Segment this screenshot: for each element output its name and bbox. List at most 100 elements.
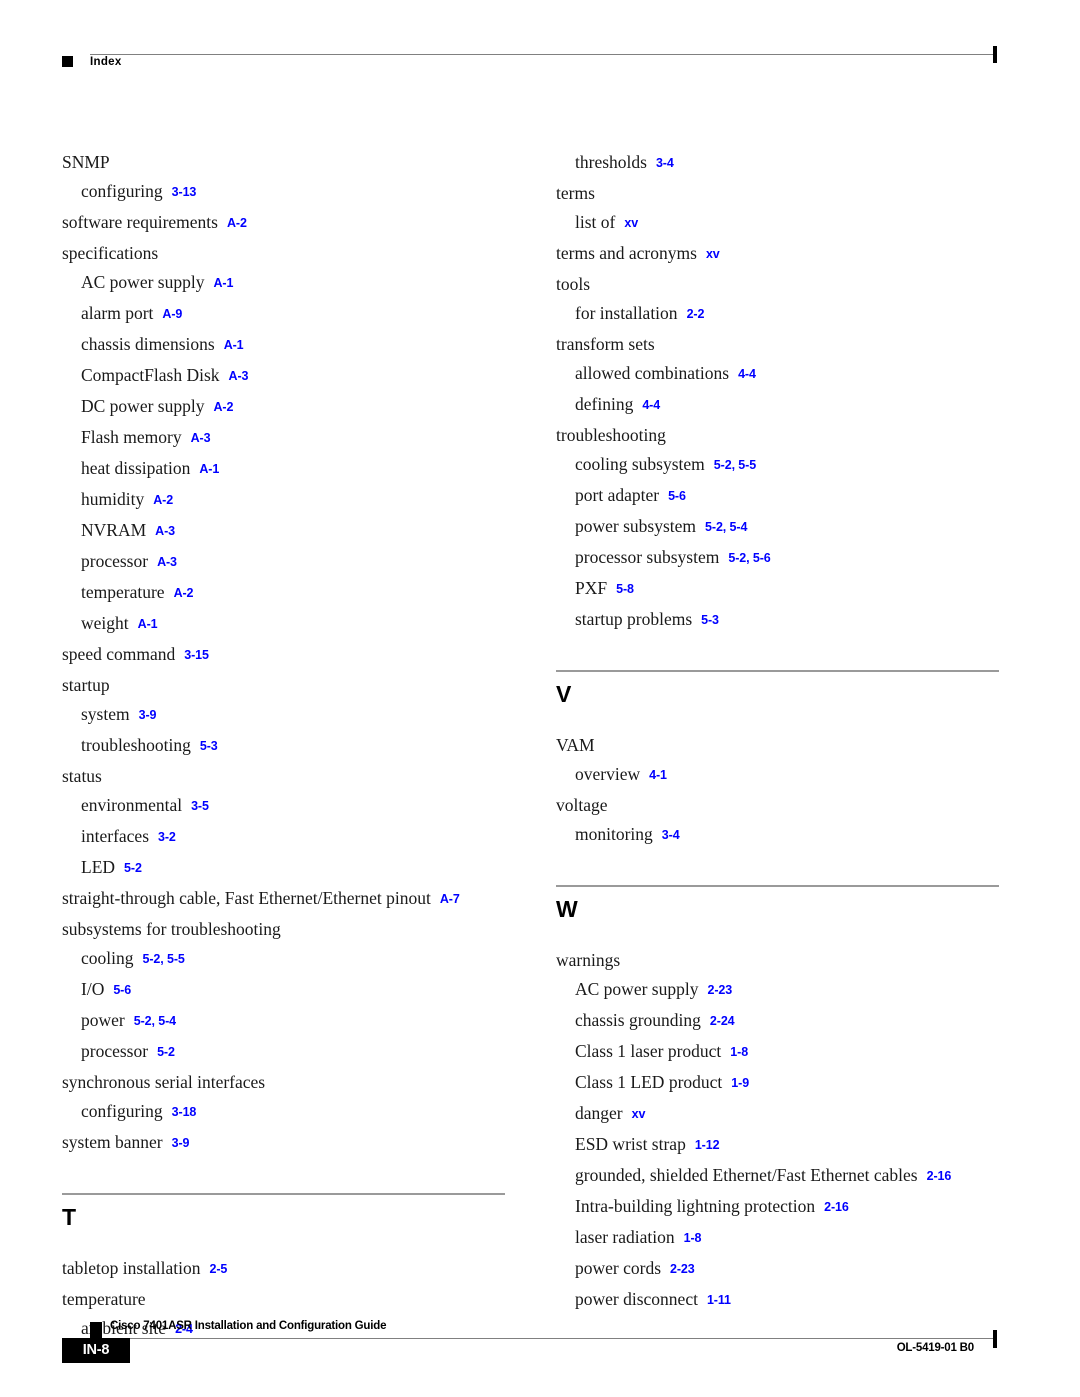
index-entry-term: terms — [556, 183, 595, 203]
section-letter-heading: V — [556, 681, 572, 707]
index-entry: heat dissipation A-1 — [62, 454, 507, 485]
index-letter-section: W — [556, 885, 1001, 922]
index-entry-term: PXF — [575, 578, 608, 598]
index-page-reference[interactable]: 5-2 — [115, 861, 142, 875]
index-page-reference[interactable]: 4-1 — [640, 768, 667, 782]
index-page-reference[interactable]: 1-8 — [721, 1045, 748, 1059]
index-page-reference[interactable]: 2-5 — [201, 1262, 228, 1276]
index-entry-term: synchronous serial interfaces — [62, 1072, 266, 1092]
index-entry: processor 5-2 — [62, 1037, 507, 1068]
index-page-reference[interactable]: A-9 — [153, 307, 182, 321]
index-entry: configuring 3-13 — [62, 177, 507, 208]
index-entry: startup problems 5-3 — [556, 605, 1001, 636]
index-page-reference[interactable]: 5-2, 5-5 — [705, 458, 756, 472]
index-entry-term: power subsystem — [575, 516, 697, 536]
index-page-reference[interactable]: 5-2, 5-6 — [719, 551, 770, 565]
index-entry: cooling subsystem 5-2, 5-5 — [556, 450, 1001, 481]
index-page-reference[interactable]: A-3 — [182, 431, 211, 445]
index-entry-term: list of — [575, 212, 616, 232]
index-entry-term: chassis dimensions — [81, 334, 215, 354]
index-page-reference[interactable]: 5-2, 5-4 — [125, 1014, 176, 1028]
index-page-reference[interactable]: 2-23 — [661, 1262, 695, 1276]
index-page-reference[interactable]: A-3 — [220, 369, 249, 383]
index-page-reference[interactable]: 3-9 — [163, 1136, 190, 1150]
index-page-reference[interactable]: 1-8 — [675, 1231, 702, 1245]
index-page-reference[interactable]: A-1 — [190, 462, 219, 476]
index-entry: overview 4-1 — [556, 760, 1001, 791]
index-entry-term: Class 1 laser product — [575, 1041, 722, 1061]
index-page-reference[interactable]: 4-4 — [633, 398, 660, 412]
index-page-reference[interactable]: 5-2, 5-5 — [134, 952, 185, 966]
index-page-reference[interactable]: 1-11 — [698, 1293, 731, 1307]
index-page-reference[interactable]: 3-5 — [182, 799, 209, 813]
index-page-reference[interactable]: A-1 — [204, 276, 233, 290]
index-page-reference[interactable]: 5-3 — [191, 739, 218, 753]
index-page-reference[interactable]: 2-2 — [678, 307, 705, 321]
index-entry: status — [62, 762, 507, 791]
index-page-reference[interactable]: 3-2 — [149, 830, 176, 844]
index-page-reference[interactable]: 3-4 — [647, 156, 674, 170]
index-entry: Flash memory A-3 — [62, 423, 507, 454]
index-entry-term: configuring — [81, 181, 163, 201]
index-page-reference[interactable]: 5-2, 5-4 — [696, 520, 747, 534]
index-page-reference[interactable]: 5-3 — [692, 613, 719, 627]
index-entry-term: I/O — [81, 979, 105, 999]
index-page-reference[interactable]: A-3 — [146, 524, 175, 538]
index-page-reference[interactable]: A-2 — [204, 400, 233, 414]
index-page-reference[interactable]: A-1 — [129, 617, 158, 631]
index-entry: interfaces 3-2 — [62, 822, 507, 853]
index-page-reference[interactable]: 3-9 — [130, 708, 157, 722]
index-entry-term: troubleshooting — [556, 425, 666, 445]
index-letter-section: V — [556, 670, 1001, 707]
index-page-reference[interactable]: 5-2 — [148, 1045, 175, 1059]
index-entry-term: environmental — [81, 795, 183, 815]
index-entry: list of xv — [556, 208, 1001, 239]
index-entry: configuring 3-18 — [62, 1097, 507, 1128]
index-page-reference[interactable]: A-7 — [431, 892, 460, 906]
index-page-reference[interactable]: 5-6 — [104, 983, 131, 997]
index-page-reference[interactable]: 3-4 — [653, 828, 680, 842]
index-page-reference[interactable]: A-2 — [165, 586, 194, 600]
index-entry-term: weight — [81, 613, 129, 633]
index-page-reference[interactable]: 3-18 — [163, 1105, 197, 1119]
index-entry-term: Intra-building lightning protection — [575, 1196, 816, 1216]
index-entry-term: warnings — [556, 950, 621, 970]
index-entry-term: AC power supply — [81, 272, 205, 292]
index-page-reference[interactable]: 4-4 — [729, 367, 756, 381]
index-entry-term: terms and acronyms — [556, 243, 697, 263]
index-page-reference[interactable]: A-1 — [215, 338, 244, 352]
index-page-reference[interactable]: A-2 — [144, 493, 173, 507]
index-page-reference[interactable]: 2-24 — [701, 1014, 735, 1028]
index-entry: Class 1 laser product 1-8 — [556, 1037, 1001, 1068]
index-page-reference[interactable]: xv — [697, 247, 720, 261]
index-entry-term: ESD wrist strap — [575, 1134, 686, 1154]
index-page-reference[interactable]: 2-16 — [815, 1200, 849, 1214]
index-page-reference[interactable]: A-2 — [218, 216, 247, 230]
index-page-reference[interactable]: xv — [615, 216, 638, 230]
index-page-reference[interactable]: 1-9 — [722, 1076, 749, 1090]
index-entry-term: startup — [62, 675, 110, 695]
index-entry: alarm port A-9 — [62, 299, 507, 330]
index-entry-term: danger — [575, 1103, 623, 1123]
index-entry: chassis dimensions A-1 — [62, 330, 507, 361]
index-entry: port adapter 5-6 — [556, 481, 1001, 512]
index-entry-term: LED — [81, 857, 116, 877]
index-page-reference[interactable]: A-3 — [148, 555, 177, 569]
index-entry-term: configuring — [81, 1101, 163, 1121]
index-page-reference[interactable]: 3-15 — [175, 648, 209, 662]
index-page-reference[interactable]: 2-23 — [698, 983, 732, 997]
index-entry-term: tools — [556, 274, 591, 294]
index-entry: power subsystem 5-2, 5-4 — [556, 512, 1001, 543]
index-entry: ESD wrist strap 1-12 — [556, 1130, 1001, 1161]
index-page-reference[interactable]: 2-16 — [918, 1169, 952, 1183]
index-page-reference[interactable]: xv — [623, 1107, 646, 1121]
index-page-reference[interactable]: 1-12 — [686, 1138, 720, 1152]
index-page-reference[interactable]: 5-8 — [607, 582, 634, 596]
index-entry-term: processor — [81, 1041, 149, 1061]
index-entry-term: monitoring — [575, 824, 653, 844]
index-entry-term: cooling subsystem — [575, 454, 705, 474]
index-page-reference[interactable]: 3-13 — [163, 185, 197, 199]
index-entry-term: chassis grounding — [575, 1010, 701, 1030]
index-page-reference[interactable]: 5-6 — [659, 489, 686, 503]
